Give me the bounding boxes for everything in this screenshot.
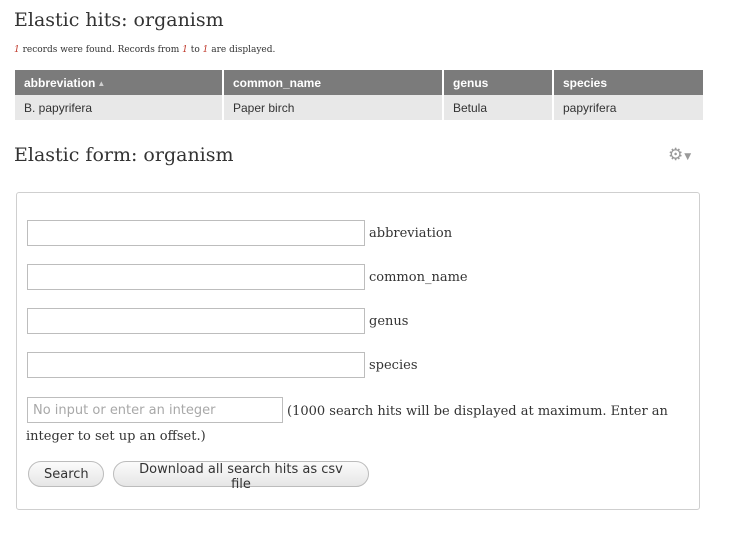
records-text-2: to — [187, 45, 203, 55]
hits-title: Elastic hits: organism — [14, 9, 224, 31]
genus-label: genus — [369, 314, 409, 329]
form-title: Elastic form: organism — [14, 144, 234, 166]
column-header-common-name[interactable]: common_name — [223, 70, 444, 95]
records-text-1: records were found. Records from — [19, 45, 183, 55]
settings-menu-button[interactable]: ⚙ ▼ — [668, 145, 696, 165]
sort-ascending-icon[interactable]: ▲ — [97, 79, 105, 88]
table-row: B. papyrifera Paper birch Betula papyrif… — [15, 95, 703, 120]
column-header-abbreviation[interactable]: abbreviation ▲ — [15, 70, 224, 95]
common-name-label: common_name — [369, 270, 468, 285]
search-form: abbreviation common_name genus species (… — [16, 192, 700, 510]
abbreviation-label: abbreviation — [369, 226, 453, 241]
cell-abbreviation: B. papyrifera — [15, 95, 224, 120]
column-header-species[interactable]: species — [553, 70, 703, 95]
search-button[interactable]: Search — [28, 461, 104, 487]
download-csv-button[interactable]: Download all search hits as csv file — [113, 461, 369, 492]
gear-icon[interactable]: ⚙ — [668, 146, 683, 164]
chevron-down-icon[interactable]: ▼ — [684, 152, 691, 162]
common-name-input[interactable] — [27, 264, 365, 290]
table-header-row: abbreviation ▲ common_name genus species — [15, 70, 703, 95]
genus-input[interactable] — [27, 308, 365, 334]
cell-common-name: Paper birch — [223, 95, 444, 120]
species-label: species — [369, 358, 418, 373]
species-input[interactable] — [27, 352, 365, 378]
column-header-genus[interactable]: genus — [443, 70, 554, 95]
hits-table: abbreviation ▲ common_name genus species … — [15, 70, 703, 120]
cell-genus: Betula — [443, 95, 554, 120]
offset-input[interactable] — [27, 397, 283, 423]
cell-species: papyrifera — [553, 95, 703, 120]
records-text-3: are displayed. — [208, 45, 276, 55]
abbreviation-input[interactable] — [27, 220, 365, 246]
records-summary: 1 records were found. Records from 1 to … — [14, 45, 275, 55]
